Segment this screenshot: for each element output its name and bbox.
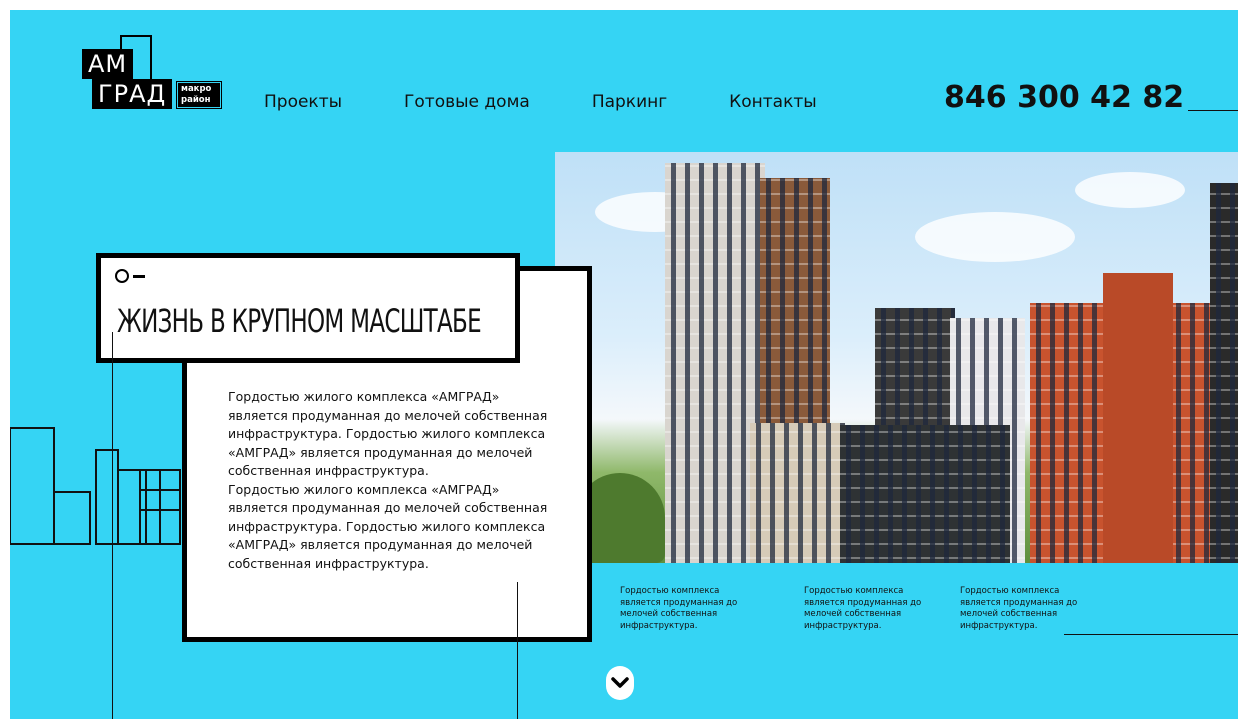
caption: Гордостью комплекса является продуманная… <box>804 586 922 631</box>
building-brick <box>1103 273 1173 563</box>
logo-line-2: ГРАД <box>92 79 173 109</box>
nav-item-projects[interactable]: Проекты <box>264 92 342 112</box>
logo[interactable]: АМ ГРАД макро район <box>82 35 232 115</box>
nav-item-contacts[interactable]: Контакты <box>729 92 817 112</box>
hero-paragraph: Гордостью жилого комплекса «АМГРАД» явля… <box>228 481 548 571</box>
phone-number[interactable]: 846 300 42 82 <box>944 80 1184 115</box>
cloud <box>915 212 1075 262</box>
divider-line <box>517 582 518 719</box>
nav-item-ready-homes[interactable]: Готовые дома <box>404 92 530 112</box>
hero-title: ЖИЗНЬ В КРУПНОМ МАСШТАБЕ <box>117 302 482 340</box>
logo-subtitle: макро район <box>178 83 220 107</box>
title-card: ЖИЗНЬ В КРУПНОМ МАСШТАБЕ <box>96 253 520 363</box>
hero-description: Гордостью жилого комплекса «АМГРАД» явля… <box>228 388 548 573</box>
hero-paragraph: Гордостью жилого комплекса «АМГРАД» явля… <box>228 389 548 478</box>
page-frame: АМ ГРАД макро район Проекты Готовые дома… <box>10 10 1238 719</box>
building-tower <box>1210 183 1238 563</box>
main-nav: Проекты Готовые дома Паркинг Контакты <box>264 92 879 112</box>
circle-dash-icon <box>115 268 155 284</box>
city-outline-icon <box>10 427 181 545</box>
logo-sub-1: макро <box>181 84 212 94</box>
building <box>750 423 845 563</box>
divider-line <box>112 332 113 719</box>
caption-underline <box>1064 634 1238 635</box>
caption: Гордостью комплекса является продуманная… <box>620 586 738 631</box>
chevron-down-icon <box>611 677 629 688</box>
cloud <box>1075 172 1185 208</box>
hero-image <box>555 152 1238 563</box>
logo-line-1: АМ <box>82 49 134 79</box>
logo-sub-2: район <box>181 95 211 105</box>
caption: Гордостью комплекса является продуманная… <box>960 586 1078 631</box>
phone-underline <box>1188 110 1238 111</box>
nav-item-parking[interactable]: Паркинг <box>592 92 667 112</box>
scroll-down-button[interactable] <box>606 666 634 700</box>
building <box>840 425 1010 563</box>
